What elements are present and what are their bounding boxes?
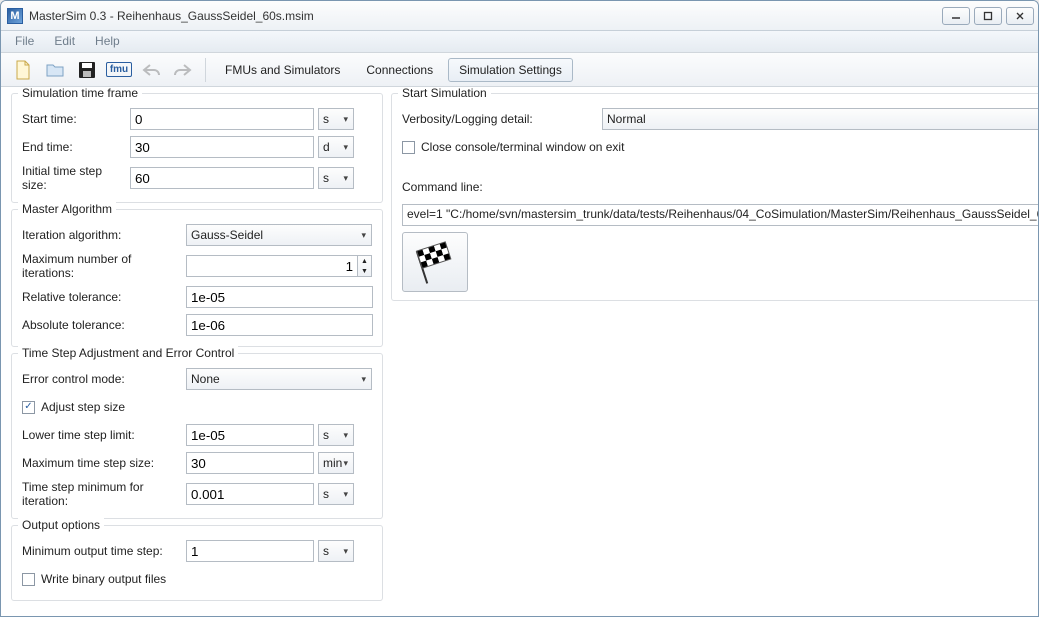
maximize-icon <box>983 11 993 21</box>
lower-limit-input[interactable] <box>186 424 314 446</box>
min-iter-step-label: Time step minimum for iteration: <box>22 480 186 508</box>
save-icon[interactable] <box>73 57 101 83</box>
titlebar: M MasterSim 0.3 - Reihenhaus_GaussSeidel… <box>1 1 1038 31</box>
app-icon: M <box>7 8 23 24</box>
maxiter-input[interactable] <box>186 255 358 277</box>
binary-output-label: Write binary output files <box>41 572 166 586</box>
group-title-timestep: Time Step Adjustment and Error Control <box>18 346 238 360</box>
max-step-input[interactable] <box>186 452 314 474</box>
main-window: M MasterSim 0.3 - Reihenhaus_GaussSeidel… <box>0 0 1039 617</box>
initial-step-input[interactable] <box>130 167 314 189</box>
menu-file[interactable]: File <box>5 31 44 52</box>
close-button[interactable] <box>1006 7 1034 25</box>
min-iter-step-unit-select[interactable]: s <box>318 483 354 505</box>
verbosity-select[interactable]: Normal <box>602 108 1038 130</box>
maxiter-label: Maximum number of iterations: <box>22 252 186 280</box>
toolbar: fmu FMUs and Simulators Connections Simu… <box>1 53 1038 87</box>
start-time-input[interactable] <box>130 108 314 130</box>
close-console-label: Close console/terminal window on exit <box>421 140 624 154</box>
iter-algo-label: Iteration algorithm: <box>22 228 186 242</box>
end-time-input[interactable] <box>130 136 314 158</box>
checkered-flag-icon <box>413 240 457 284</box>
initial-step-unit-select[interactable]: s <box>318 167 354 189</box>
iter-algo-select[interactable]: Gauss-Seidel <box>186 224 372 246</box>
right-column: Start Simulation Verbosity/Logging detai… <box>391 93 1038 610</box>
window-title: MasterSim 0.3 - Reihenhaus_GaussSeidel_6… <box>29 9 942 23</box>
close-console-checkbox[interactable] <box>402 141 415 154</box>
min-output-step-label: Minimum output time step: <box>22 544 186 558</box>
min-output-step-unit-select[interactable]: s <box>318 540 354 562</box>
group-title-sim-frame: Simulation time frame <box>18 87 142 100</box>
end-time-unit-select[interactable]: d <box>318 136 354 158</box>
group-title-output: Output options <box>18 518 104 532</box>
group-master-algo: Master Algorithm Iteration algorithm: Ga… <box>11 209 383 347</box>
maximize-button[interactable] <box>974 7 1002 25</box>
tab-connections[interactable]: Connections <box>355 58 444 82</box>
max-step-label: Maximum time step size: <box>22 456 186 470</box>
minimize-icon <box>951 11 961 21</box>
lower-limit-label: Lower time step limit: <box>22 428 186 442</box>
new-file-icon[interactable] <box>9 57 37 83</box>
group-title-start-sim: Start Simulation <box>398 87 491 100</box>
error-mode-select[interactable]: None <box>186 368 372 390</box>
menubar: File Edit Help <box>1 31 1038 53</box>
reltol-label: Relative tolerance: <box>22 290 186 304</box>
abstol-label: Absolute tolerance: <box>22 318 186 332</box>
command-line-field[interactable]: evel=1 "C:/home/svn/mastersim_trunk/data… <box>402 204 1038 226</box>
tab-fmus[interactable]: FMUs and Simulators <box>214 58 351 82</box>
initial-step-label: Initial time step size: <box>22 164 130 192</box>
group-timestep: Time Step Adjustment and Error Control E… <box>11 353 383 519</box>
group-title-master-algo: Master Algorithm <box>18 202 116 216</box>
start-time-label: Start time: <box>22 112 130 126</box>
undo-icon[interactable] <box>137 57 165 83</box>
menu-help[interactable]: Help <box>85 31 130 52</box>
min-output-step-input[interactable] <box>186 540 314 562</box>
min-iter-step-input[interactable] <box>186 483 314 505</box>
minimize-button[interactable] <box>942 7 970 25</box>
end-time-label: End time: <box>22 140 130 154</box>
error-mode-label: Error control mode: <box>22 372 186 386</box>
open-file-icon[interactable] <box>41 57 69 83</box>
group-start-sim: Start Simulation Verbosity/Logging detai… <box>391 93 1038 301</box>
reltol-input[interactable] <box>186 286 373 308</box>
run-button[interactable] <box>402 232 468 292</box>
left-column: Simulation time frame Start time: s End … <box>11 93 383 610</box>
binary-output-checkbox[interactable] <box>22 573 35 586</box>
start-time-unit-select[interactable]: s <box>318 108 354 130</box>
close-icon <box>1015 11 1025 21</box>
fmu-icon[interactable]: fmu <box>105 57 133 83</box>
group-output: Output options Minimum output time step:… <box>11 525 383 601</box>
abstol-input[interactable] <box>186 314 373 336</box>
max-step-unit-select[interactable]: min <box>318 452 354 474</box>
verbosity-label: Verbosity/Logging detail: <box>402 112 602 126</box>
command-line-label: Command line: <box>402 180 483 194</box>
menu-edit[interactable]: Edit <box>44 31 85 52</box>
adjust-step-checkbox[interactable] <box>22 401 35 414</box>
group-sim-frame: Simulation time frame Start time: s End … <box>11 93 383 203</box>
adjust-step-label: Adjust step size <box>41 400 125 414</box>
maxiter-spinner[interactable]: ▲▼ <box>358 255 372 277</box>
redo-icon[interactable] <box>169 57 197 83</box>
tab-simulation-settings[interactable]: Simulation Settings <box>448 58 573 82</box>
lower-limit-unit-select[interactable]: s <box>318 424 354 446</box>
toolbar-separator <box>205 58 206 82</box>
content: Simulation time frame Start time: s End … <box>1 87 1038 616</box>
